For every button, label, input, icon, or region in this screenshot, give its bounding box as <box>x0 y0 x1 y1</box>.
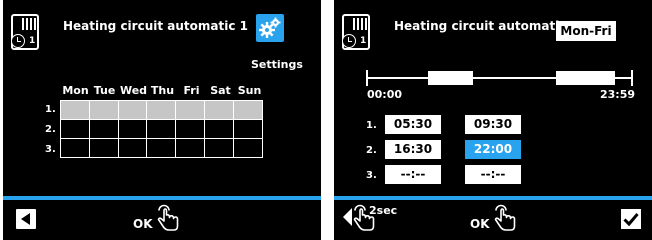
day-label: Mon <box>62 84 89 97</box>
checkmark-icon <box>623 213 639 227</box>
schedule-cell[interactable] <box>232 119 263 139</box>
back-button[interactable] <box>16 209 36 229</box>
schedule-cell[interactable] <box>203 119 234 139</box>
schedule-grid[interactable] <box>60 100 263 158</box>
confirm-button[interactable] <box>621 209 641 229</box>
schedule-cell[interactable] <box>60 100 90 120</box>
settings-button[interactable] <box>256 14 284 42</box>
row-label: 3. <box>45 144 56 155</box>
day-label: Thu <box>150 84 175 97</box>
hold-duration-label: 2sec <box>369 204 398 217</box>
screen-title: Heating circuit automatic 1 <box>394 19 579 33</box>
schedule-cell[interactable] <box>117 100 148 120</box>
schedule-cell[interactable] <box>232 138 263 158</box>
schedule-cell[interactable] <box>88 100 119 120</box>
slot-end-time-selected[interactable]: 22:00 <box>465 140 521 159</box>
schedule-cell[interactable] <box>60 138 90 158</box>
time-slot-editor-screen: 1 Heating circuit automatic 1 Mon-Fri 00… <box>334 0 652 240</box>
slot-start-time[interactable]: 16:30 <box>385 140 441 159</box>
ok-label: OK <box>470 217 490 231</box>
schedule-cell[interactable] <box>146 100 177 120</box>
schedule-cell[interactable] <box>232 100 263 120</box>
touch-hand-icon[interactable] <box>492 203 518 233</box>
weekday-header: Mon Tue Wed Thu Fri Sat Sun <box>3 84 321 98</box>
slot-end-time[interactable]: 09:30 <box>465 115 521 134</box>
day-label: Sat <box>210 84 231 97</box>
slot-end-time[interactable]: --:-- <box>465 165 521 184</box>
circuit-number: 1 <box>29 36 36 46</box>
gears-settings-icon <box>259 17 281 38</box>
schedule-cell[interactable] <box>146 119 177 139</box>
settings-label: Settings <box>251 58 303 71</box>
slot-start-time[interactable]: 05:30 <box>385 115 441 134</box>
screen-title: Heating circuit automatic 1 <box>63 19 248 33</box>
schedule-cell[interactable] <box>117 138 148 158</box>
timeline-start-label: 00:00 <box>367 88 403 101</box>
slot-label: 1. <box>366 120 377 131</box>
schedule-cell[interactable] <box>175 138 205 158</box>
slot-start-time[interactable]: --:-- <box>385 165 441 184</box>
row-label: 2. <box>45 124 56 135</box>
ok-label: OK <box>133 217 153 231</box>
slot-label: 2. <box>366 145 377 156</box>
schedule-cell[interactable] <box>175 119 205 139</box>
heating-period-bar <box>428 71 473 85</box>
day-range-badge: Mon-Fri <box>556 21 616 41</box>
radiator-clock-icon: 1 <box>11 14 39 50</box>
timeline-end-label: 23:59 <box>600 88 636 101</box>
schedule-cell[interactable] <box>88 138 119 158</box>
day-label: Tue <box>93 84 116 97</box>
day-label: Wed <box>119 84 148 97</box>
day-label: Sun <box>237 84 262 97</box>
slot-label: 3. <box>366 170 377 181</box>
footer-divider <box>3 196 321 200</box>
schedule-cell[interactable] <box>203 100 234 120</box>
row-label: 1. <box>45 104 56 115</box>
timeline-end-tick <box>631 70 633 86</box>
heating-period-bar <box>556 71 615 85</box>
schedule-cell[interactable] <box>175 100 205 120</box>
circuit-number: 1 <box>360 36 367 46</box>
day-label: Fri <box>183 84 200 97</box>
touch-hand-icon[interactable] <box>155 203 181 233</box>
schedule-cell[interactable] <box>60 119 90 139</box>
weekly-schedule-screen: 1 Heating circuit automatic 1 Settings M… <box>3 0 321 240</box>
schedule-cell[interactable] <box>203 138 234 158</box>
schedule-cell[interactable] <box>146 138 177 158</box>
radiator-clock-icon: 1 <box>342 14 370 50</box>
schedule-row[interactable] <box>60 100 263 120</box>
schedule-row[interactable] <box>60 138 263 158</box>
footer-divider <box>334 196 652 200</box>
schedule-cell[interactable] <box>117 119 148 139</box>
schedule-cell[interactable] <box>88 119 119 139</box>
schedule-row[interactable] <box>60 119 263 139</box>
timeline-start-tick <box>366 70 368 86</box>
